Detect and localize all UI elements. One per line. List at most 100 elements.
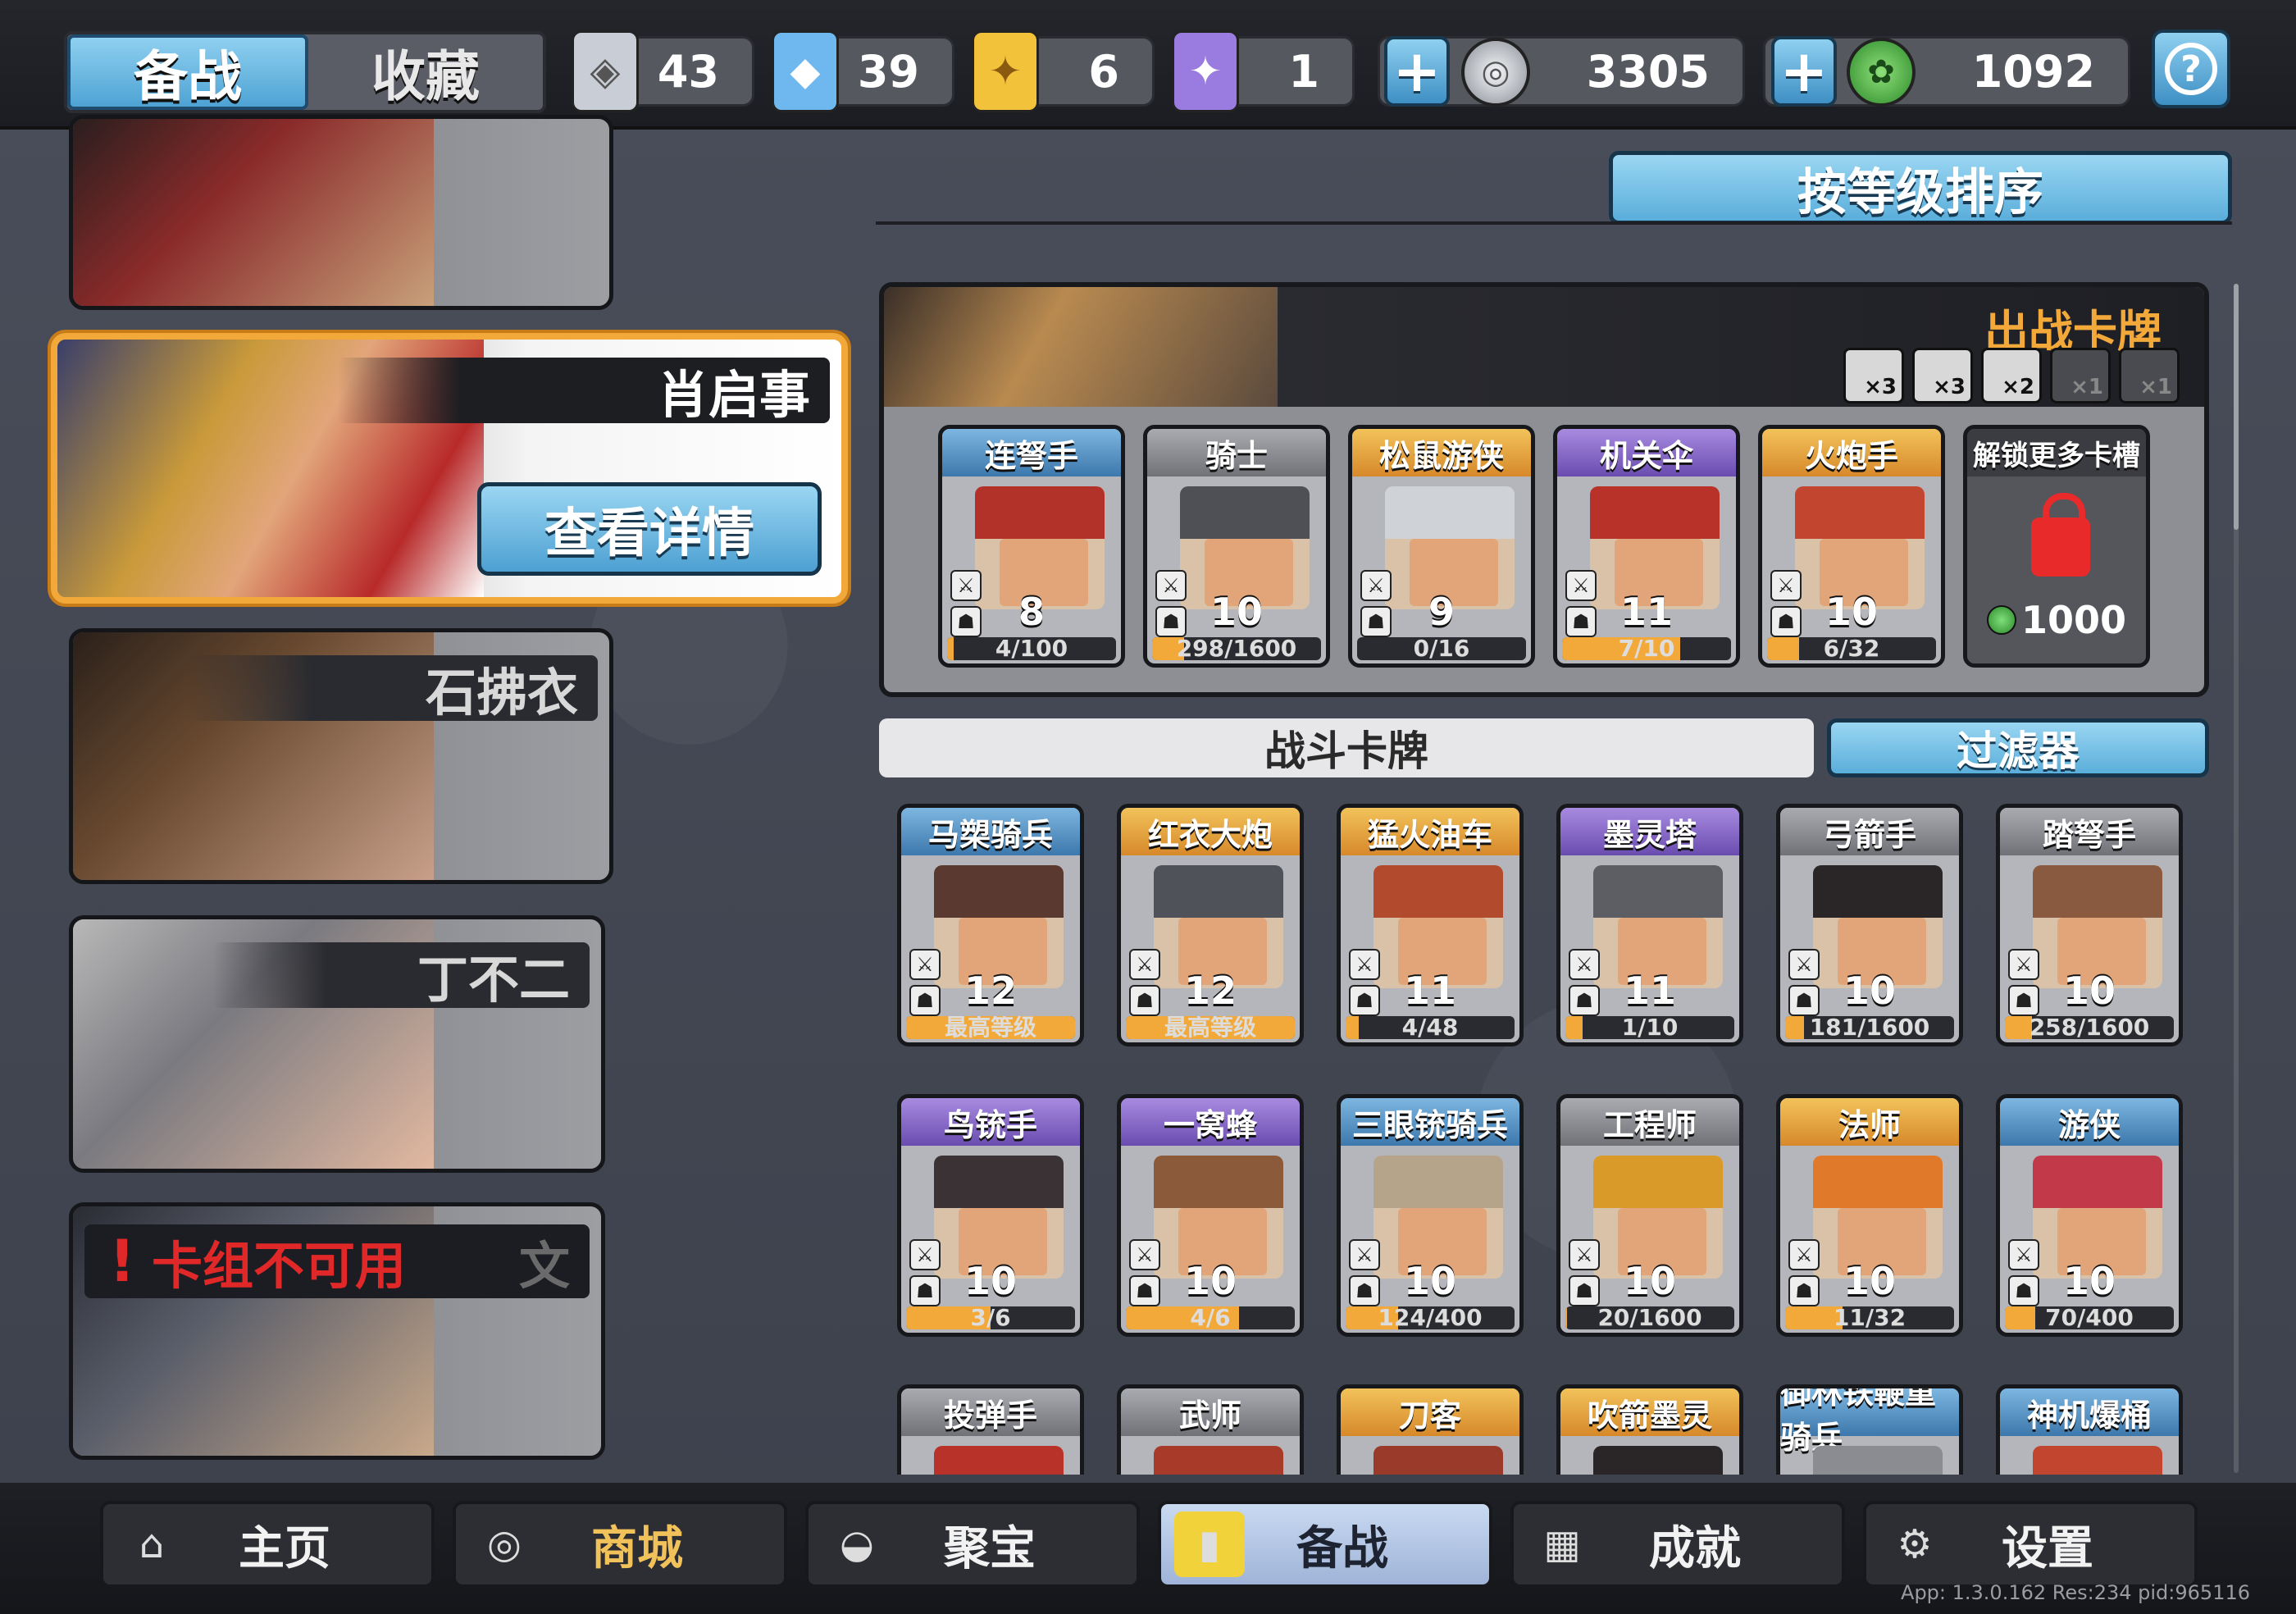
card-name: 投弹手 — [901, 1388, 1080, 1436]
card-art-hat — [1374, 1446, 1503, 1475]
unlock-slot-label: 解锁更多卡槽 — [1967, 429, 2146, 476]
card-art-hat — [2033, 865, 2162, 918]
helmet-icon: ×3 — [1912, 348, 1973, 404]
card-art-hat — [1813, 865, 1943, 918]
filter-button[interactable]: 过滤器 — [1827, 718, 2209, 777]
battle-card[interactable]: 弓箭手 ⚔ ☗ 10 181/1600 — [1776, 804, 1963, 1046]
battle-card[interactable]: 三眼铳骑兵 ⚔ ☗ 10 124/400 — [1337, 1094, 1524, 1337]
card-name: 武师 — [1121, 1388, 1300, 1436]
help-button[interactable]: ? — [2152, 30, 2230, 108]
battle-card[interactable]: 吹箭墨灵 ⚔ ☗ — [1556, 1384, 1743, 1475]
nav-label: 主页 — [239, 1521, 330, 1575]
battle-card[interactable]: 工程师 ⚔ ☗ 10 20/1600 — [1556, 1094, 1743, 1337]
battle-card[interactable]: 神机爆桶 ⚔ ☗ — [1996, 1384, 2183, 1475]
card-progress-text: 258/1600 — [2029, 1016, 2150, 1039]
card-name: 猛火油车 — [1341, 808, 1519, 855]
card-name: 踏弩手 — [2000, 808, 2179, 855]
card-progress-text: 3/6 — [970, 1306, 1011, 1329]
card-progress-text: 最高等级 — [1164, 1016, 1256, 1039]
green-gem-icon — [1986, 605, 2016, 635]
card-art-hat — [1593, 865, 1723, 918]
battle-card[interactable]: 墨灵塔 ⚔ ☗ 11 1/10 — [1556, 804, 1743, 1046]
card-progress: 70/400 — [2005, 1306, 2174, 1329]
nav-label: 聚宝 — [944, 1521, 1036, 1575]
type-count-icons: ×3 ×3 ×2 ×1 ×1 — [1843, 348, 2180, 404]
view-details-button[interactable]: 查看详情 — [477, 482, 822, 576]
card-art-hat — [1374, 1156, 1503, 1208]
deck-card[interactable]: 机关伞 ⚔ ☗ 11 7/10 — [1553, 425, 1740, 668]
green-gems-value: 1092 — [1971, 45, 2095, 98]
card-level: 10 — [1183, 1259, 1237, 1303]
tab-prepare[interactable]: 备战 — [67, 34, 308, 110]
card-art-hat — [975, 486, 1105, 539]
resource-value: 1 — [1288, 45, 1319, 98]
hero-card[interactable]: 丁不二 — [69, 915, 605, 1173]
deck-card[interactable]: 火炮手 ⚔ ☗ 10 6/32 — [1758, 425, 1945, 668]
battle-card[interactable]: 武师 ⚔ ☗ — [1117, 1384, 1304, 1475]
sort-by-level-button[interactable]: 按等级排序 — [1609, 151, 2232, 225]
home-icon: ⌂ — [139, 1521, 165, 1567]
scrollbar[interactable] — [2234, 284, 2239, 1473]
resource-gold-badge: ✦ 6 — [972, 30, 1155, 112]
nav-achievements[interactable]: ▦ 成就 — [1510, 1501, 1845, 1588]
nav-gear[interactable]: ⚙ 设置 — [1863, 1501, 2198, 1588]
version-info: App: 1.3.0.162 Res:234 pid:965116 — [1901, 1581, 2250, 1604]
battle-card[interactable]: 猛火油车 ⚔ ☗ 11 4/48 — [1337, 804, 1524, 1046]
card-name: 墨灵塔 — [1560, 808, 1739, 855]
deck-header: 出战卡牌 ×3 ×3 ×2 ×1 ×1 — [884, 287, 2204, 407]
achievements-icon: ▦ — [1543, 1521, 1581, 1567]
card-art-hat — [1154, 865, 1283, 918]
hero-name: 文 — [518, 1236, 570, 1296]
battle-card[interactable]: 法师 ⚔ ☗ 10 11/32 — [1776, 1094, 1963, 1337]
nav-coins[interactable]: ◎ 商城 — [453, 1501, 787, 1588]
card-progress-text: 4/100 — [995, 637, 1068, 660]
add-silver-coins-button[interactable]: + — [1384, 36, 1450, 107]
battle-card[interactable]: 刀客 ⚔ ☗ — [1337, 1384, 1524, 1475]
card-art-hat — [1374, 865, 1503, 918]
card-progress-text: 124/400 — [1378, 1306, 1483, 1329]
tab-collection[interactable]: 收藏 — [308, 34, 543, 110]
warning-text: 卡组不可用 — [151, 1236, 406, 1296]
card-progress: 124/400 — [1346, 1306, 1515, 1329]
battle-card[interactable]: 马槊骑兵 ⚔ ☗ 12 最高等级 — [897, 804, 1084, 1046]
battle-deck-panel: 出战卡牌 ×3 ×3 ×2 ×1 ×1 连弩手 ⚔ ☗ 8 4/100 骑士 ⚔… — [879, 282, 2209, 697]
hero-card-partial[interactable] — [69, 115, 613, 310]
card-name: 刀客 — [1341, 1388, 1519, 1436]
card-level: 10 — [1623, 1259, 1676, 1303]
deck-card[interactable]: 骑士 ⚔ ☗ 10 298/1600 — [1143, 425, 1330, 668]
hero-card-unavailable[interactable]: ! 卡组不可用 文 — [69, 1202, 605, 1460]
battle-card[interactable]: 御林铁鞭重骑兵 ⚔ ☗ — [1776, 1384, 1963, 1475]
battle-card[interactable]: 鸟铳手 ⚔ ☗ 10 3/6 — [897, 1094, 1084, 1337]
card-progress-text: 181/1600 — [1809, 1016, 1930, 1039]
card-name: 松鼠游侠 — [1352, 429, 1531, 476]
nav-home[interactable]: ⌂ 主页 — [100, 1501, 435, 1588]
hero-card[interactable]: 石拂衣 — [69, 628, 613, 884]
nav-label: 商城 — [591, 1521, 683, 1575]
deck-card[interactable]: 连弩手 ⚔ ☗ 8 4/100 — [938, 425, 1125, 668]
nav-treasure-bowl[interactable]: ◒ 聚宝 — [805, 1501, 1140, 1588]
nav-card-deck[interactable]: ▮ 备战 — [1158, 1501, 1492, 1588]
silver-coin-icon: ◎ — [1461, 38, 1530, 107]
battle-card[interactable]: 投弹手 ⚔ ☗ — [897, 1384, 1084, 1475]
add-green-gems-button[interactable]: + — [1771, 36, 1837, 107]
card-name: 机关伞 — [1557, 429, 1736, 476]
card-art-hat — [1593, 1446, 1723, 1475]
scrollbar-thumb[interactable] — [2234, 284, 2239, 530]
unlock-cost-value: 1000 — [2020, 598, 2127, 642]
card-name: 游侠 — [2000, 1098, 2179, 1146]
battle-card[interactable]: 一窝蜂 ⚔ ☗ 10 4/6 — [1117, 1094, 1304, 1337]
deck-card[interactable]: 松鼠游侠 ⚔ ☗ 9 0/16 — [1348, 425, 1535, 668]
card-art-hat — [934, 1446, 1064, 1475]
battle-card[interactable]: 游侠 ⚔ ☗ 10 70/400 — [1996, 1094, 2183, 1337]
card-progress: 4/100 — [947, 637, 1116, 660]
card-art-hat — [1180, 486, 1310, 539]
hero-card-selected[interactable]: 肖启事 查看详情 — [51, 333, 848, 604]
battle-card[interactable]: 踏弩手 ⚔ ☗ 10 258/1600 — [1996, 804, 2183, 1046]
battle-card[interactable]: 红衣大炮 ⚔ ☗ 12 最高等级 — [1117, 804, 1304, 1046]
card-art-hat — [1154, 1156, 1283, 1208]
card-progress: 258/1600 — [2005, 1016, 2174, 1039]
card-level: 11 — [1403, 969, 1456, 1013]
unlock-slot-card[interactable]: 解锁更多卡槽 1000 — [1963, 425, 2150, 668]
card-level: 10 — [1403, 1259, 1456, 1303]
card-name: 三眼铳骑兵 — [1341, 1098, 1519, 1146]
